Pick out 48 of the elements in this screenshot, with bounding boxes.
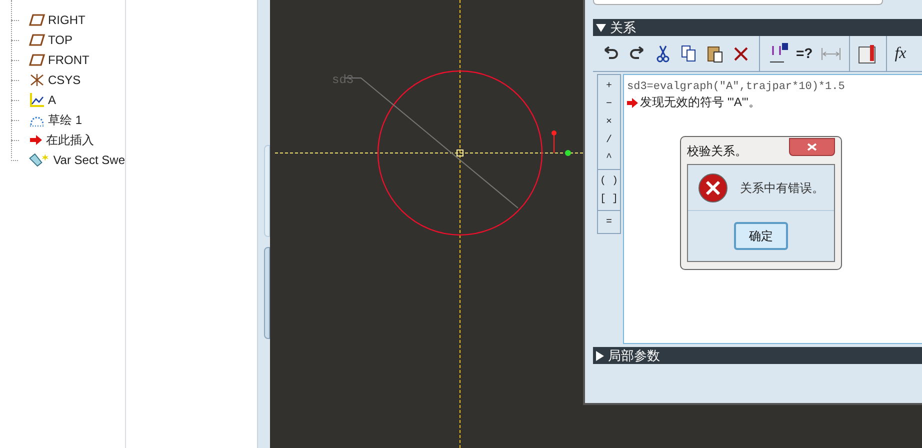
tree-item[interactable]: FRONT	[48, 51, 90, 69]
constraint-marker	[552, 130, 556, 154]
operator-button[interactable]: +	[598, 77, 620, 95]
collapse-handle[interactable]	[264, 145, 270, 237]
operator-button[interactable]: −	[598, 95, 620, 113]
sweep-icon	[28, 152, 50, 168]
error-message: 发现无效的符号 '"A"'。	[640, 95, 760, 110]
dialog-title: 校验关系。	[687, 142, 747, 160]
tree-item[interactable]: 在此插入	[46, 131, 94, 149]
relation-code-line: sd3=evalgraph("A",trajpar*10)*1.5	[627, 80, 846, 95]
tree-item[interactable]: 草绘 1	[48, 111, 82, 129]
center-point	[456, 150, 464, 156]
section-title: 局部参数	[608, 346, 660, 365]
plane-icon	[29, 14, 45, 26]
error-icon	[698, 172, 728, 202]
section-title: 关系	[610, 18, 636, 37]
close-button[interactable]	[789, 138, 835, 156]
graph-icon	[29, 92, 45, 108]
operator-button[interactable]: ×	[598, 113, 620, 131]
function-button[interactable]: fx	[886, 42, 906, 66]
arrow-icon	[627, 98, 638, 108]
arrow-icon	[29, 134, 43, 146]
tree-item[interactable]: TOP	[48, 31, 72, 49]
section-header[interactable]: 关系	[593, 19, 922, 36]
tree-item[interactable]: A	[48, 91, 56, 109]
tree-item[interactable]: RIGHT	[48, 11, 86, 29]
section-header[interactable]: 局部参数	[593, 347, 922, 364]
check-button[interactable]: =?	[796, 43, 813, 64]
dialog-message: 关系中有错误。	[740, 180, 824, 196]
tree-item[interactable]: Var Sect Swe	[53, 151, 125, 169]
ok-button[interactable]: 确定	[734, 222, 788, 250]
expand-triangle-icon	[596, 350, 604, 360]
operator-button[interactable]: =	[598, 213, 620, 231]
dimension-label: sd3	[332, 73, 354, 87]
tree-item[interactable]: CSYS	[48, 71, 81, 89]
sketch-point	[565, 150, 571, 156]
collapse-triangle-icon	[596, 24, 606, 32]
close-icon	[807, 142, 817, 150]
collapse-handle[interactable]	[264, 247, 270, 339]
operator-button[interactable]: ( )	[598, 172, 620, 190]
plane-icon	[29, 34, 45, 46]
plane-icon	[29, 54, 45, 66]
input-field[interactable]	[593, 0, 883, 5]
operator-button[interactable]: ^	[598, 149, 620, 167]
paste-icon[interactable]	[705, 44, 725, 64]
operator-button[interactable]: [ ]	[598, 190, 620, 208]
operator-button[interactable]: /	[598, 131, 620, 149]
coordinate-system-icon	[29, 73, 45, 87]
